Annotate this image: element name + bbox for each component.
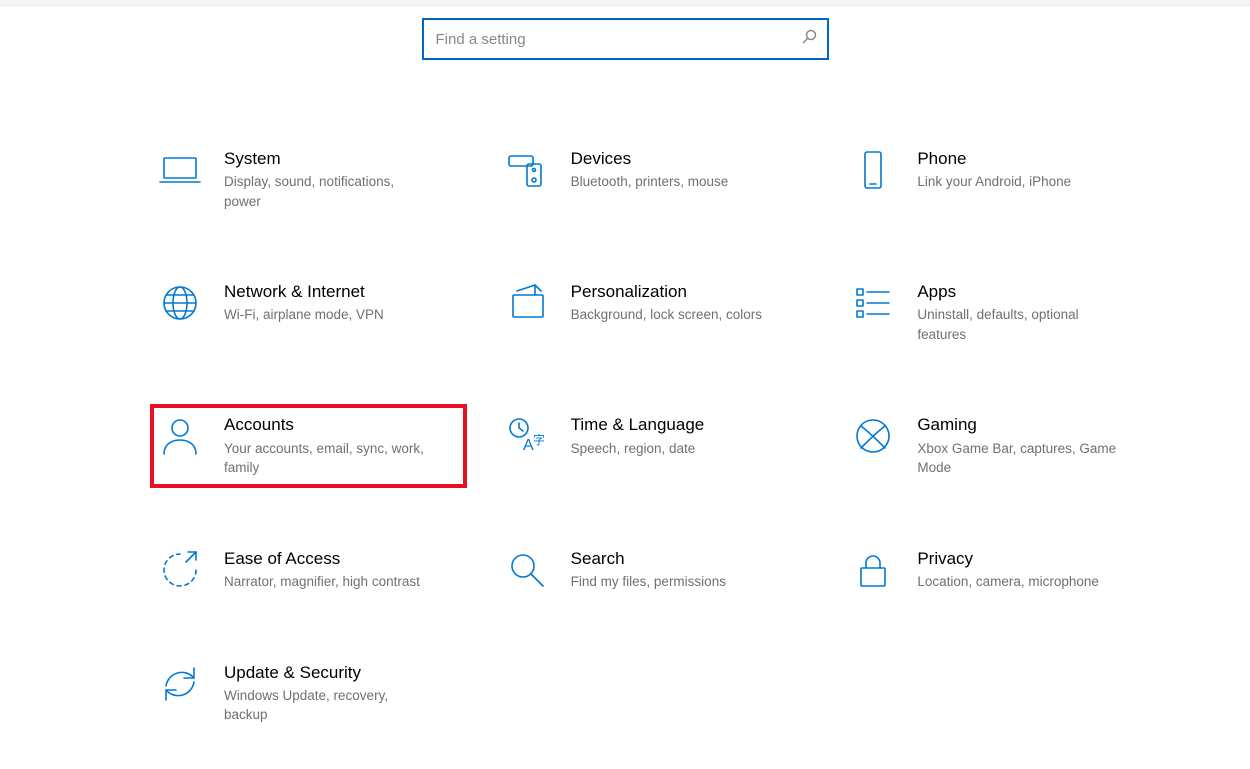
tile-desc: Your accounts, email, sync, work, family xyxy=(224,439,434,478)
apps-list-icon xyxy=(851,281,895,325)
tile-personalization[interactable]: Personalization Background, lock screen,… xyxy=(497,271,814,354)
phone-icon xyxy=(851,148,895,192)
tile-privacy[interactable]: Privacy Location, camera, microphone xyxy=(843,538,1160,602)
update-sync-icon xyxy=(158,662,202,706)
tile-desc: Windows Update, recovery, backup xyxy=(224,686,434,725)
tile-devices[interactable]: Devices Bluetooth, printers, mouse xyxy=(497,138,814,221)
tile-system[interactable]: System Display, sound, notifications, po… xyxy=(150,138,467,221)
globe-icon xyxy=(158,281,202,325)
time-language-icon: A 字 xyxy=(505,414,549,458)
tile-ease-of-access[interactable]: Ease of Access Narrator, magnifier, high… xyxy=(150,538,467,602)
tile-title: Network & Internet xyxy=(224,281,434,303)
person-icon xyxy=(158,414,202,458)
tile-desc: Find my files, permissions xyxy=(571,572,781,592)
tile-title: Search xyxy=(571,548,781,570)
search-box[interactable] xyxy=(422,18,829,60)
settings-grid: System Display, sound, notifications, po… xyxy=(150,138,1160,735)
tile-desc: Xbox Game Bar, captures, Game Mode xyxy=(917,439,1127,478)
devices-icon xyxy=(505,148,549,192)
magnifier-icon xyxy=(505,548,549,592)
search-container xyxy=(0,18,1250,60)
tile-title: Accounts xyxy=(224,414,434,436)
lock-icon xyxy=(851,548,895,592)
tile-desc: Link your Android, iPhone xyxy=(917,172,1127,192)
tile-desc: Wi-Fi, airplane mode, VPN xyxy=(224,305,434,325)
tile-desc: Speech, region, date xyxy=(571,439,781,459)
tile-title: Update & Security xyxy=(224,662,434,684)
tile-title: Time & Language xyxy=(571,414,781,436)
tile-title: System xyxy=(224,148,434,170)
tile-network[interactable]: Network & Internet Wi-Fi, airplane mode,… xyxy=(150,271,467,354)
svg-text:字: 字 xyxy=(533,432,545,447)
tile-desc: Bluetooth, printers, mouse xyxy=(571,172,781,192)
tile-desc: Background, lock screen, colors xyxy=(571,305,781,325)
tile-phone[interactable]: Phone Link your Android, iPhone xyxy=(843,138,1160,221)
tile-title: Personalization xyxy=(571,281,781,303)
tile-title: Phone xyxy=(917,148,1127,170)
settings-home: System Display, sound, notifications, po… xyxy=(0,6,1250,735)
tile-title: Privacy xyxy=(917,548,1127,570)
xbox-icon xyxy=(851,414,895,458)
tile-search[interactable]: Search Find my files, permissions xyxy=(497,538,814,602)
tile-title: Apps xyxy=(917,281,1127,303)
tile-title: Gaming xyxy=(917,414,1127,436)
paintbrush-icon xyxy=(505,281,549,325)
ease-of-access-icon xyxy=(158,548,202,592)
system-icon xyxy=(158,148,202,192)
tile-desc: Location, camera, microphone xyxy=(917,572,1127,592)
tile-time-language[interactable]: A 字 Time & Language Speech, region, date xyxy=(497,404,814,487)
tile-gaming[interactable]: Gaming Xbox Game Bar, captures, Game Mod… xyxy=(843,404,1160,487)
tile-desc: Uninstall, defaults, optional features xyxy=(917,305,1127,344)
tile-update-security[interactable]: Update & Security Windows Update, recove… xyxy=(150,652,467,735)
tile-desc: Narrator, magnifier, high contrast xyxy=(224,572,434,592)
search-input[interactable] xyxy=(436,31,801,48)
tile-title: Devices xyxy=(571,148,781,170)
search-icon xyxy=(801,29,817,50)
tile-accounts[interactable]: Accounts Your accounts, email, sync, wor… xyxy=(150,404,467,487)
tile-apps[interactable]: Apps Uninstall, defaults, optional featu… xyxy=(843,271,1160,354)
tile-desc: Display, sound, notifications, power xyxy=(224,172,434,211)
tile-title: Ease of Access xyxy=(224,548,434,570)
